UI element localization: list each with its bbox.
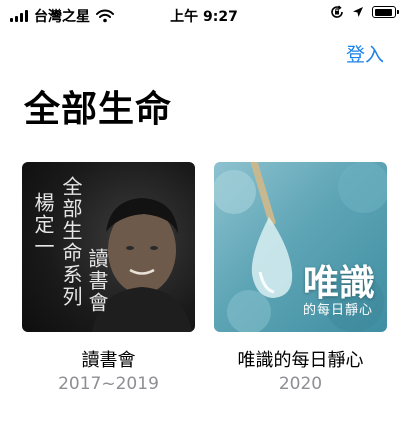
location-icon [353,7,363,17]
cover-image[interactable]: 楊定一 全部生命系列 讀書會 [22,162,195,332]
collection-card-daily-meditation[interactable]: 唯識 的每日靜心 唯識的每日靜心 2020 [214,162,387,394]
card-title: 唯識的每日靜心 [237,350,364,371]
login-button[interactable]: 登入 [346,40,384,67]
cover-overlay-subtitle: 的每日靜心 [302,303,373,318]
page-title: 全部生命 [24,89,173,130]
card-year: 2017~2019 [58,374,159,394]
card-title: 讀書會 [81,350,136,371]
status-bar: 台灣之星 上午 9:27 [0,0,408,30]
cover-author-text: 楊定一 [31,192,55,258]
cover-series-text: 讀書會 [85,248,109,314]
battery-icon [372,6,399,18]
card-year: 2020 [278,374,323,394]
orientation-lock-icon [331,5,343,18]
collection-card-reading-club[interactable]: 楊定一 全部生命系列 讀書會 讀書會 2017~2019 [22,162,195,394]
cover-image[interactable]: 唯識 的每日靜心 [214,162,387,332]
cover-subtitle-text: 全部生命系列 [59,176,83,308]
